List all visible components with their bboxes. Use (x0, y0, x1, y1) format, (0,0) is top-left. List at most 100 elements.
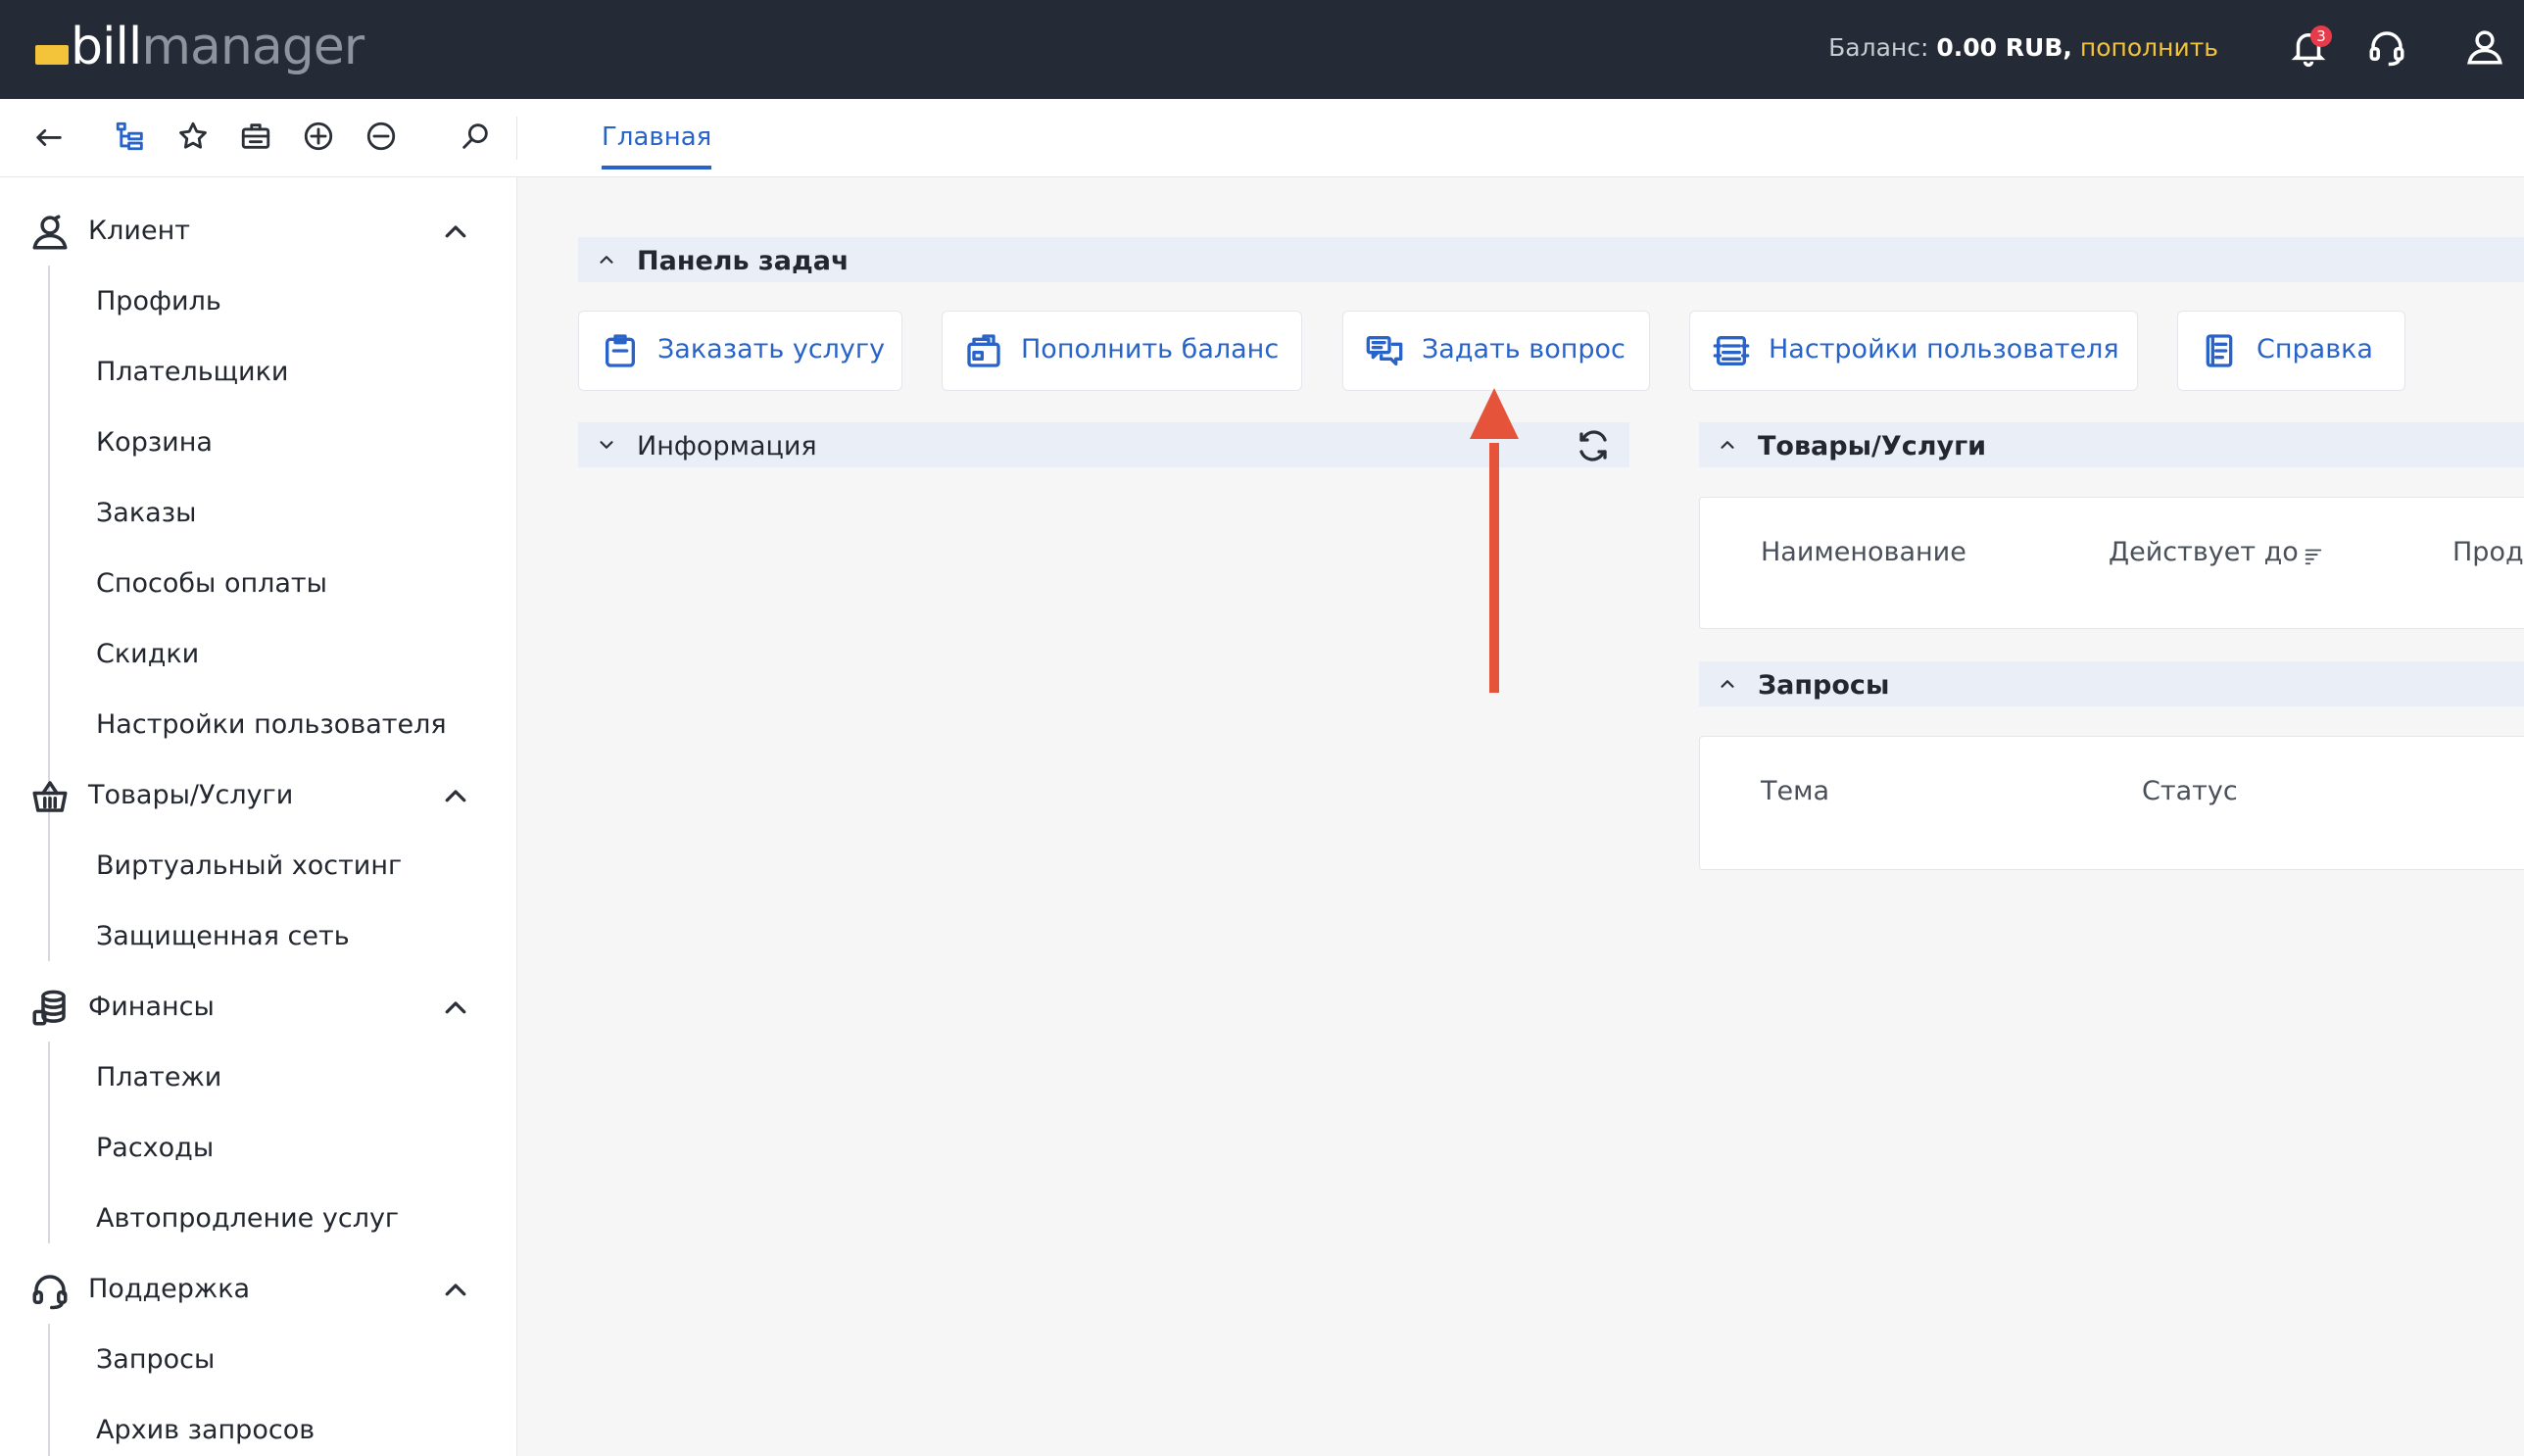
client-user-icon (29, 212, 71, 253)
help-label: Справка (2257, 334, 2373, 364)
sidebar-item-expenses[interactable]: Расходы (96, 1129, 214, 1168)
sidebar-item-orders[interactable]: Заказы (96, 494, 196, 533)
sidebar-group-products[interactable]: Товары/Услуги (0, 766, 517, 825)
sidebar-item-secure-network[interactable]: Защищенная сеть (96, 917, 350, 956)
briefcase-icon (239, 120, 272, 157)
logo-text-bill: bill (71, 18, 142, 76)
task-panel-header[interactable]: Панель задач (578, 237, 2524, 282)
products-panel-header[interactable]: Товары/Услуги (1699, 422, 2524, 467)
help-document-icon (2200, 331, 2239, 370)
sidebar-item-requests[interactable]: Запросы (96, 1340, 215, 1380)
column-header-renew[interactable]: Прод (2452, 537, 2524, 567)
notifications-badge: 3 (2310, 25, 2332, 47)
group-indent-line (48, 1324, 50, 1456)
annotation-arrow (1470, 388, 1519, 693)
basket-icon (29, 776, 71, 817)
sidebar-group-client[interactable]: Клиент (0, 202, 517, 261)
user-account-icon (2464, 26, 2505, 72)
sidebar-group-label: Поддержка (88, 1274, 251, 1304)
chevron-up-icon[interactable] (441, 782, 470, 811)
chat-bubbles-icon (1365, 331, 1404, 370)
sidebar-item-payment-methods[interactable]: Способы оплаты (96, 564, 327, 604)
tree-view-button[interactable] (111, 119, 150, 158)
notifications-button[interactable]: 3 (2283, 24, 2334, 74)
column-header-valid-until[interactable]: Действует до (2109, 537, 2324, 567)
account-button[interactable] (2459, 24, 2510, 74)
sidebar-group-label: Клиент (88, 216, 190, 246)
tree-view-icon (114, 120, 147, 157)
order-service-button[interactable]: Заказать услугу (578, 311, 902, 391)
column-header-valid-until-label: Действует до (2109, 537, 2299, 567)
toolbar-divider (516, 117, 517, 160)
logo-mark (35, 45, 69, 65)
order-service-label: Заказать услугу (657, 334, 886, 364)
support-button[interactable] (2361, 24, 2412, 74)
ask-question-label: Задать вопрос (1422, 334, 1626, 364)
chevron-up-icon[interactable] (441, 994, 470, 1023)
sort-icon[interactable] (2303, 543, 2324, 564)
balance-label: Баланс: (1828, 33, 1929, 62)
help-button[interactable]: Справка (2177, 311, 2405, 391)
topup-balance-button[interactable]: Пополнить баланс (942, 311, 1302, 391)
sidebar-item-user-settings[interactable]: Настройки пользователя (96, 705, 447, 745)
top-bar: bill manager Баланс: 0.00 RUB, пополнить… (0, 0, 2524, 99)
search-icon (459, 120, 492, 157)
chevron-down-icon[interactable] (596, 434, 617, 456)
products-table: Наименование Действует до Прод (1699, 497, 2524, 629)
coins-icon (29, 988, 71, 1029)
expand-all-button[interactable] (299, 119, 338, 158)
requests-table: Тема Статус (1699, 736, 2524, 870)
sidebar-item-discounts[interactable]: Скидки (96, 635, 199, 674)
topup-balance-label: Пополнить баланс (1021, 334, 1280, 364)
order-clipboard-icon (601, 331, 640, 370)
chevron-up-icon[interactable] (1717, 673, 1738, 695)
sidebar-group-support[interactable]: Поддержка (0, 1260, 517, 1319)
task-panel-title: Панель задач (637, 246, 849, 276)
star-icon (176, 120, 210, 157)
tab-main[interactable]: Главная (602, 122, 712, 170)
sidebar-item-autorenew[interactable]: Автопродление услуг (96, 1199, 399, 1238)
topup-link[interactable]: пополнить (2080, 33, 2218, 62)
collapse-all-button[interactable] (362, 119, 401, 158)
sidebar-group-label: Товары/Услуги (88, 780, 294, 810)
ask-question-button[interactable]: Задать вопрос (1342, 311, 1650, 391)
group-indent-line (48, 830, 50, 961)
services-button[interactable] (236, 119, 275, 158)
sidebar-group-finance[interactable]: Финансы (0, 978, 517, 1037)
plus-circle-icon (302, 120, 335, 157)
search-button[interactable] (456, 119, 495, 158)
chevron-up-icon[interactable] (1717, 434, 1738, 456)
sidebar-item-payers[interactable]: Плательщики (96, 353, 288, 392)
column-header-status[interactable]: Статус (2142, 776, 2238, 806)
column-header-name[interactable]: Наименование (1761, 537, 1966, 567)
user-settings-button[interactable]: Настройки пользователя (1689, 311, 2138, 391)
sidebar-item-requests-archive[interactable]: Архив запросов (96, 1411, 315, 1450)
products-panel-title: Товары/Услуги (1758, 431, 1987, 461)
logo-text-manager: manager (141, 18, 364, 76)
balance-info: Баланс: 0.00 RUB, пополнить (1828, 33, 2218, 62)
user-settings-label: Настройки пользователя (1769, 334, 2119, 364)
sidebar-group-label: Финансы (88, 992, 215, 1022)
favorites-button[interactable] (173, 119, 213, 158)
sidebar-item-payments[interactable]: Платежи (96, 1058, 221, 1097)
group-indent-line (48, 1042, 50, 1243)
settings-list-icon (1712, 331, 1751, 370)
refresh-icon[interactable] (1576, 428, 1611, 463)
sidebar: Клиент Профиль Плательщики Корзина Заказ… (0, 177, 517, 1456)
column-header-subject[interactable]: Тема (1761, 776, 1829, 806)
sidebar-item-profile[interactable]: Профиль (96, 282, 221, 321)
back-button[interactable] (29, 119, 69, 158)
billmanager-logo[interactable]: bill manager (35, 16, 364, 78)
chevron-up-icon[interactable] (441, 218, 470, 247)
wallet-icon (964, 331, 1003, 370)
support-headset-icon (2366, 26, 2407, 72)
sidebar-item-virtual-hosting[interactable]: Виртуальный хостинг (96, 847, 402, 886)
requests-panel-title: Запросы (1758, 670, 1890, 701)
requests-panel-header[interactable]: Запросы (1699, 661, 2524, 706)
info-panel-title: Информация (637, 431, 817, 461)
toolbar: Главная (0, 99, 2524, 177)
chevron-up-icon[interactable] (441, 1276, 470, 1305)
sidebar-item-cart[interactable]: Корзина (96, 423, 213, 462)
minus-circle-icon (364, 120, 398, 157)
chevron-up-icon[interactable] (596, 249, 617, 270)
